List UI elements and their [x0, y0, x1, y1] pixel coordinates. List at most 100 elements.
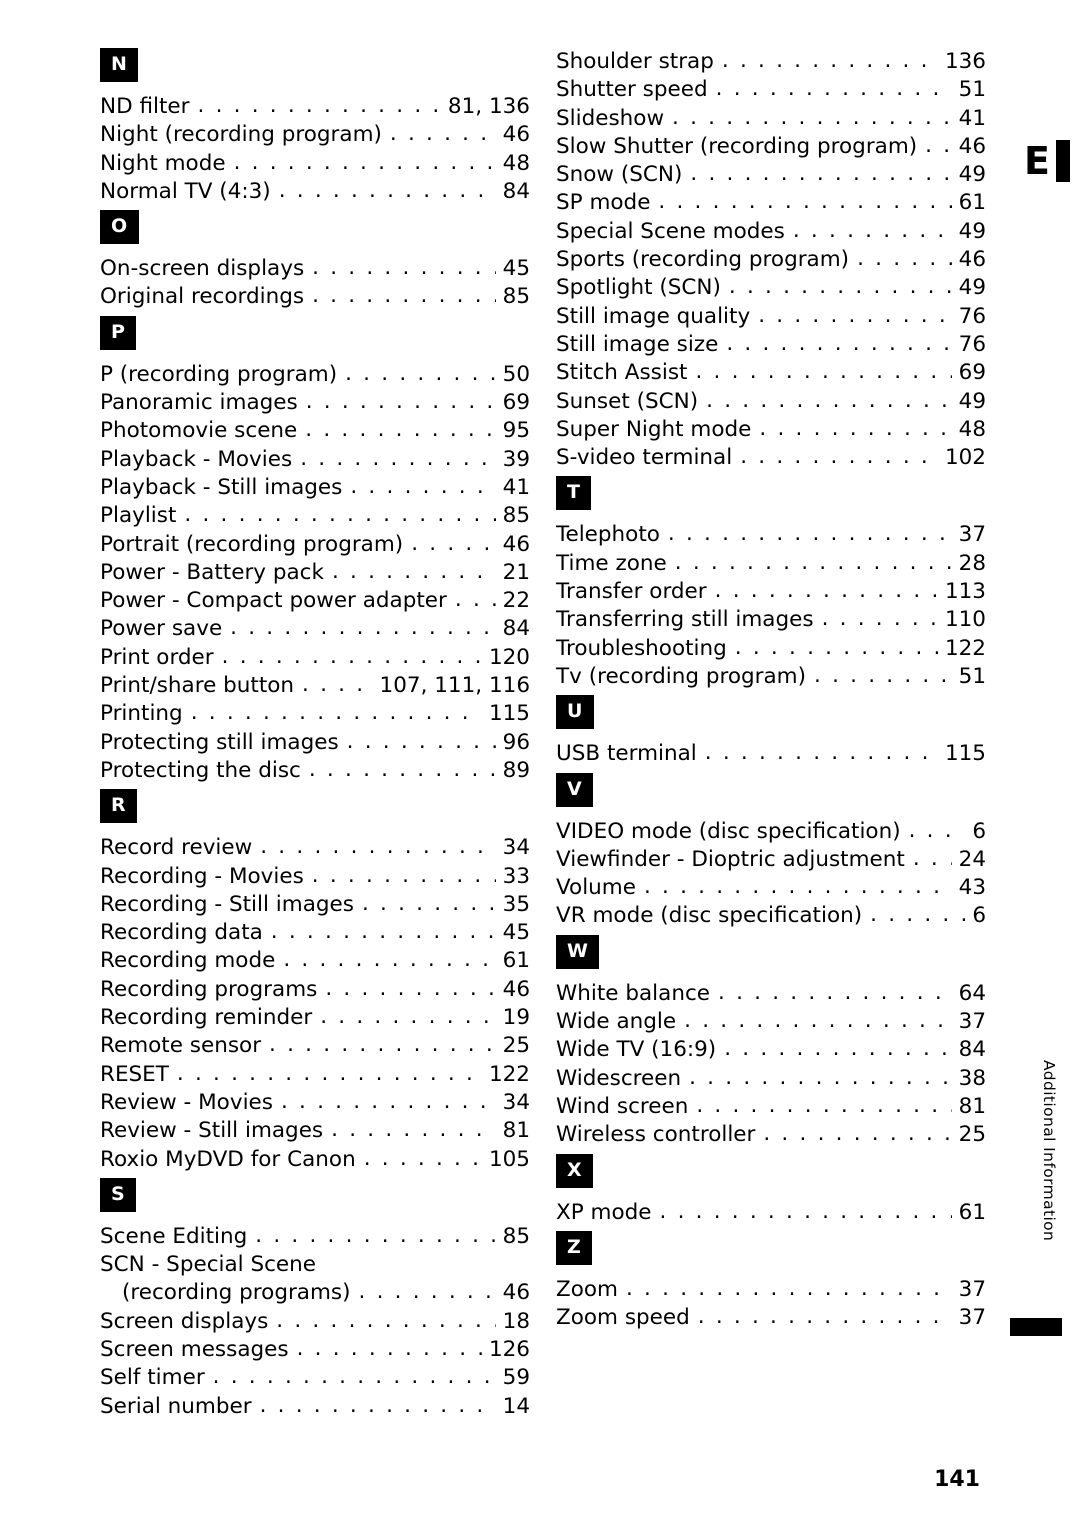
index-entry[interactable]: White balance . . . . . . . . . . . . . .… [556, 980, 986, 1008]
index-entry[interactable]: Roxio MyDVD for Canon . . . . . . . . . .… [100, 1146, 530, 1174]
index-entry[interactable]: S-video terminal . . . . . . . . . . . . … [556, 444, 986, 472]
index-entry[interactable]: Original recordings . . . . . . . . . . .… [100, 283, 530, 311]
index-entry[interactable]: Scene Editing . . . . . . . . . . . . . .… [100, 1223, 530, 1251]
index-entry[interactable]: Panoramic images . . . . . . . . . . . . … [100, 389, 530, 417]
index-entry[interactable]: Zoom . . . . . . . . . . . . . . . . . . … [556, 1276, 986, 1304]
index-entry[interactable]: Protecting the disc . . . . . . . . . . .… [100, 757, 530, 785]
index-entry[interactable]: Tv (recording program) . . . . . . . . . … [556, 663, 986, 691]
leader-dots: . . . . . . . . . . . . . . . . . . . . … [672, 104, 952, 130]
index-entry[interactable]: Normal TV (4:3) . . . . . . . . . . . . .… [100, 178, 530, 206]
index-entry-label: Panoramic images [100, 390, 298, 416]
index-entry[interactable]: Special Scene modes . . . . . . . . . . .… [556, 218, 986, 246]
leader-dots: . . . . . . . . . . . . . . . . . . . . … [276, 1307, 495, 1333]
index-section: U USB terminal . . . . . . . . . . . . . .… [556, 695, 986, 768]
index-entry-label: Widescreen [556, 1065, 682, 1091]
index-entry[interactable]: Review - Still images . . . . . . . . . .… [100, 1117, 530, 1145]
index-entry[interactable]: Serial number . . . . . . . . . . . . . .… [100, 1393, 530, 1421]
index-entry-page: 51 [958, 77, 986, 103]
index-entry[interactable]: VIDEO mode (disc specification) . . . . .… [556, 818, 986, 846]
leader-dots: . . . . . . . . . . . . . . . . . . . . … [792, 217, 952, 243]
index-entry[interactable]: Wind screen . . . . . . . . . . . . . . .… [556, 1093, 986, 1121]
index-entry[interactable]: Wide TV (16:9) . . . . . . . . . . . . . … [556, 1036, 986, 1064]
index-entry[interactable]: Night (recording program) . . . . . . . .… [100, 121, 530, 149]
index-entry-page: 113 [944, 579, 986, 605]
index-entry-page: 107, 111, 116 [379, 673, 530, 699]
index-entry[interactable]: Recording programs . . . . . . . . . . . … [100, 976, 530, 1004]
index-entry[interactable]: Portrait (recording program) . . . . . . … [100, 531, 530, 559]
index-entry[interactable]: VR mode (disc specification) . . . . . . … [556, 902, 986, 930]
index-entry[interactable]: Printing . . . . . . . . . . . . . . . . … [100, 700, 530, 728]
index-entry[interactable]: Playlist . . . . . . . . . . . . . . . . … [100, 502, 530, 530]
index-entry-page: 6 [972, 903, 986, 929]
index-entry[interactable]: SCN - Special Scene. . . . . . . . . . .… [100, 1251, 530, 1279]
index-entry[interactable]: Sports (recording program) . . . . . . . … [556, 246, 986, 274]
index-entry[interactable]: Power - Battery pack . . . . . . . . . . … [100, 559, 530, 587]
index-entry[interactable]: ND filter . . . . . . . . . . . . . . . .… [100, 93, 530, 121]
index-section: O On-screen displays . . . . . . . . . . .… [100, 210, 530, 312]
index-entry[interactable]: Wide angle . . . . . . . . . . . . . . . … [556, 1008, 986, 1036]
index-entry[interactable]: Slideshow . . . . . . . . . . . . . . . .… [556, 105, 986, 133]
index-entry[interactable]: Widescreen . . . . . . . . . . . . . . . … [556, 1065, 986, 1093]
index-entry[interactable]: Recording reminder . . . . . . . . . . . … [100, 1004, 530, 1032]
index-entry-label: Screen displays [100, 1308, 269, 1334]
section-heading-letter: T [556, 476, 592, 511]
index-entry[interactable]: (recording programs) . . . . . . . . . . … [100, 1279, 530, 1307]
index-entry-label: Recording programs [100, 976, 318, 1002]
index-entry[interactable]: Telephoto . . . . . . . . . . . . . . . .… [556, 521, 986, 549]
index-entry[interactable]: Transfer order . . . . . . . . . . . . . … [556, 578, 986, 606]
index-entry-page: 22 [502, 588, 530, 614]
index-entry[interactable]: Recording data . . . . . . . . . . . . . … [100, 919, 530, 947]
index-entry[interactable]: Slow Shutter (recording program) . . . . … [556, 133, 986, 161]
index-entry-page: 28 [958, 550, 986, 576]
index-entry[interactable]: Spotlight (SCN) . . . . . . . . . . . . .… [556, 274, 986, 302]
index-entry-label: SCN - Special Scene [100, 1252, 317, 1278]
index-entry-label: White balance [556, 980, 710, 1006]
leader-dots: . . . . . . . . . . . . . . . . . . . . … [269, 1032, 496, 1058]
index-entry[interactable]: Sunset (SCN) . . . . . . . . . . . . . . … [556, 388, 986, 416]
index-entry[interactable]: XP mode . . . . . . . . . . . . . . . . .… [556, 1199, 986, 1227]
index-entry[interactable]: Review - Movies . . . . . . . . . . . . .… [100, 1089, 530, 1117]
index-entry[interactable]: On-screen displays . . . . . . . . . . . … [100, 255, 530, 283]
index-entry[interactable]: USB terminal . . . . . . . . . . . . . . … [556, 740, 986, 768]
index-entry[interactable]: Transferring still images . . . . . . . .… [556, 606, 986, 634]
index-entry[interactable]: Remote sensor . . . . . . . . . . . . . .… [100, 1032, 530, 1060]
index-entry[interactable]: RESET . . . . . . . . . . . . . . . . . .… [100, 1061, 530, 1089]
index-entry[interactable]: Super Night mode . . . . . . . . . . . . … [556, 416, 986, 444]
index-entry-page: 48 [502, 150, 530, 176]
index-entry[interactable]: Recording - Still images . . . . . . . . … [100, 891, 530, 919]
index-entry[interactable]: Wireless controller . . . . . . . . . . .… [556, 1121, 986, 1149]
index-entry[interactable]: Print/share button . . . . . . . . . . . … [100, 672, 530, 700]
index-entry[interactable]: Photomovie scene . . . . . . . . . . . . … [100, 417, 530, 445]
index-entry[interactable]: Shutter speed . . . . . . . . . . . . . .… [556, 76, 986, 104]
leader-dots: . . . . . . . . . . . . . . . . . . . . … [643, 874, 952, 900]
index-entry[interactable]: Night mode . . . . . . . . . . . . . . . … [100, 150, 530, 178]
index-entry[interactable]: Power - Compact power adapter . . . . . .… [100, 587, 530, 615]
index-entry[interactable]: Protecting still images . . . . . . . . .… [100, 729, 530, 757]
index-entry[interactable]: Snow (SCN) . . . . . . . . . . . . . . . … [556, 161, 986, 189]
index-entry[interactable]: P (recording program) . . . . . . . . . .… [100, 361, 530, 389]
index-entry[interactable]: Time zone . . . . . . . . . . . . . . . .… [556, 550, 986, 578]
index-entry[interactable]: Playback - Movies . . . . . . . . . . . .… [100, 446, 530, 474]
index-entry[interactable]: Recording - Movies . . . . . . . . . . . … [100, 863, 530, 891]
index-entry[interactable]: SP mode . . . . . . . . . . . . . . . . .… [556, 189, 986, 217]
index-entry[interactable]: Self timer . . . . . . . . . . . . . . . … [100, 1364, 530, 1392]
index-entry[interactable]: Record review . . . . . . . . . . . . . .… [100, 834, 530, 862]
index-entry[interactable]: Power save . . . . . . . . . . . . . . . … [100, 615, 530, 643]
index-entry[interactable]: Screen displays . . . . . . . . . . . . .… [100, 1308, 530, 1336]
index-entry[interactable]: Volume . . . . . . . . . . . . . . . . . … [556, 874, 986, 902]
index-entry[interactable]: Still image quality . . . . . . . . . . .… [556, 303, 986, 331]
index-entry[interactable]: Zoom speed . . . . . . . . . . . . . . . … [556, 1304, 986, 1332]
index-entry[interactable]: Screen messages . . . . . . . . . . . . .… [100, 1336, 530, 1364]
index-entry[interactable]: Shoulder strap . . . . . . . . . . . . . … [556, 48, 986, 76]
leader-dots: . . . . . . . . . . . . . . . . . . . . … [734, 634, 938, 660]
index-entry-label: USB terminal [556, 741, 697, 767]
index-entry[interactable]: Viewfinder - Dioptric adjustment . . . . … [556, 846, 986, 874]
leader-dots: . . . . . . . . . . . . . . . . . . . . … [358, 1279, 496, 1305]
index-entry-label: Screen messages [100, 1336, 289, 1362]
index-entry[interactable]: Recording mode . . . . . . . . . . . . . … [100, 947, 530, 975]
index-entry[interactable]: Playback - Still images . . . . . . . . .… [100, 474, 530, 502]
index-entry[interactable]: Stitch Assist . . . . . . . . . . . . . .… [556, 359, 986, 387]
index-entry[interactable]: Print order . . . . . . . . . . . . . . .… [100, 644, 530, 672]
index-entry[interactable]: Still image size . . . . . . . . . . . . … [556, 331, 986, 359]
index-entry[interactable]: Troubleshooting . . . . . . . . . . . . .… [556, 635, 986, 663]
